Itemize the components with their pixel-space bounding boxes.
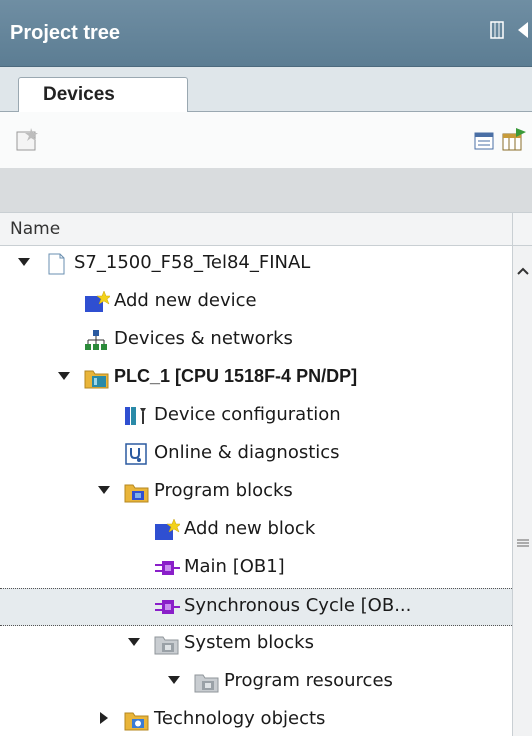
tab-devices-label: Devices bbox=[43, 84, 115, 105]
tree-item-system-blocks[interactable]: System blocks bbox=[0, 626, 512, 664]
plc-folder-icon bbox=[84, 366, 109, 390]
expand-arrow-icon[interactable] bbox=[58, 372, 70, 380]
panel-layout-icon[interactable] bbox=[490, 21, 504, 43]
expand-arrow-icon[interactable] bbox=[18, 258, 30, 266]
program-resources-folder-icon bbox=[194, 670, 219, 694]
tree-item-label: System blocks bbox=[184, 632, 314, 653]
tree-item-label: Add new block bbox=[184, 518, 316, 539]
tree-item-add-new-block[interactable]: Add new block bbox=[0, 512, 512, 550]
add-block-icon bbox=[154, 518, 182, 542]
project-icon bbox=[44, 252, 68, 276]
tree-item-plc[interactable]: PLC_1 [CPU 1518F-4 PN/DP] bbox=[0, 360, 512, 398]
scroll-up-icon[interactable] bbox=[517, 260, 529, 279]
vertical-scrollbar[interactable] bbox=[512, 246, 532, 736]
project-tree: S7_1500_F58_Tel84_FINAL Add new device D… bbox=[0, 246, 512, 736]
tree-item-label: Online & diagnostics bbox=[154, 442, 340, 463]
collapse-panel-icon[interactable] bbox=[518, 22, 528, 42]
tree-item-label: Program blocks bbox=[154, 480, 293, 501]
export-table-icon[interactable] bbox=[502, 126, 528, 156]
tree-item-online-diagnostics[interactable]: Online & diagnostics bbox=[0, 436, 512, 474]
tree-item-label: PLC_1 [CPU 1518F-4 PN/DP] bbox=[114, 366, 358, 386]
system-blocks-folder-icon bbox=[154, 632, 179, 656]
tree-item-program-blocks[interactable]: Program blocks bbox=[0, 474, 512, 512]
tree-toolbar bbox=[0, 112, 532, 168]
tree-item-add-new-device[interactable]: Add new device bbox=[0, 284, 512, 322]
collapse-arrow-icon[interactable] bbox=[100, 712, 108, 724]
overview-icon[interactable] bbox=[474, 132, 494, 154]
tree-item-synchronous-cycle[interactable]: Synchronous Cycle [OB... bbox=[0, 588, 512, 626]
diagnostics-icon bbox=[124, 442, 148, 466]
ob-block-icon bbox=[154, 556, 180, 580]
tree-item-label: Devices & networks bbox=[114, 328, 293, 349]
project-tree-titlebar: Project tree bbox=[0, 0, 532, 67]
tab-devices[interactable]: Devices bbox=[18, 77, 188, 112]
panel-title: Project tree bbox=[10, 22, 121, 44]
tree-item-label: Synchronous Cycle [OB... bbox=[184, 595, 412, 616]
tree-item-label: Technology objects bbox=[154, 708, 326, 729]
scroll-grip-icon[interactable] bbox=[517, 532, 529, 551]
tree-item-label: Main [OB1] bbox=[184, 556, 285, 577]
expand-arrow-icon[interactable] bbox=[98, 486, 110, 494]
network-icon bbox=[84, 328, 108, 352]
tree-item-technology-objects[interactable]: Technology objects bbox=[0, 702, 512, 736]
tree-item-project[interactable]: S7_1500_F58_Tel84_FINAL bbox=[0, 246, 512, 284]
new-item-icon[interactable] bbox=[14, 126, 40, 156]
expand-arrow-icon[interactable] bbox=[128, 638, 140, 646]
program-blocks-folder-icon bbox=[124, 480, 149, 504]
add-device-icon bbox=[84, 290, 112, 314]
tree-item-label: S7_1500_F58_Tel84_FINAL bbox=[74, 252, 311, 273]
tree-item-label: Program resources bbox=[224, 670, 393, 691]
ob-block-icon bbox=[154, 595, 180, 619]
technology-folder-icon bbox=[124, 708, 149, 732]
tree-item-label: Add new device bbox=[114, 290, 257, 311]
tree-item-label: Device configuration bbox=[154, 404, 341, 425]
tab-strip: Devices bbox=[0, 67, 532, 112]
column-divider bbox=[512, 213, 513, 245]
tree-item-device-configuration[interactable]: Device configuration bbox=[0, 398, 512, 436]
tree-item-program-resources[interactable]: Program resources bbox=[0, 664, 512, 702]
tree-item-devices-networks[interactable]: Devices & networks bbox=[0, 322, 512, 360]
column-name-header[interactable]: Name bbox=[10, 219, 60, 239]
device-config-icon bbox=[124, 404, 148, 428]
expand-arrow-icon[interactable] bbox=[168, 676, 180, 684]
column-header: Name bbox=[0, 212, 532, 246]
tree-item-main-ob1[interactable]: Main [OB1] bbox=[0, 550, 512, 588]
filter-band bbox=[0, 168, 532, 212]
